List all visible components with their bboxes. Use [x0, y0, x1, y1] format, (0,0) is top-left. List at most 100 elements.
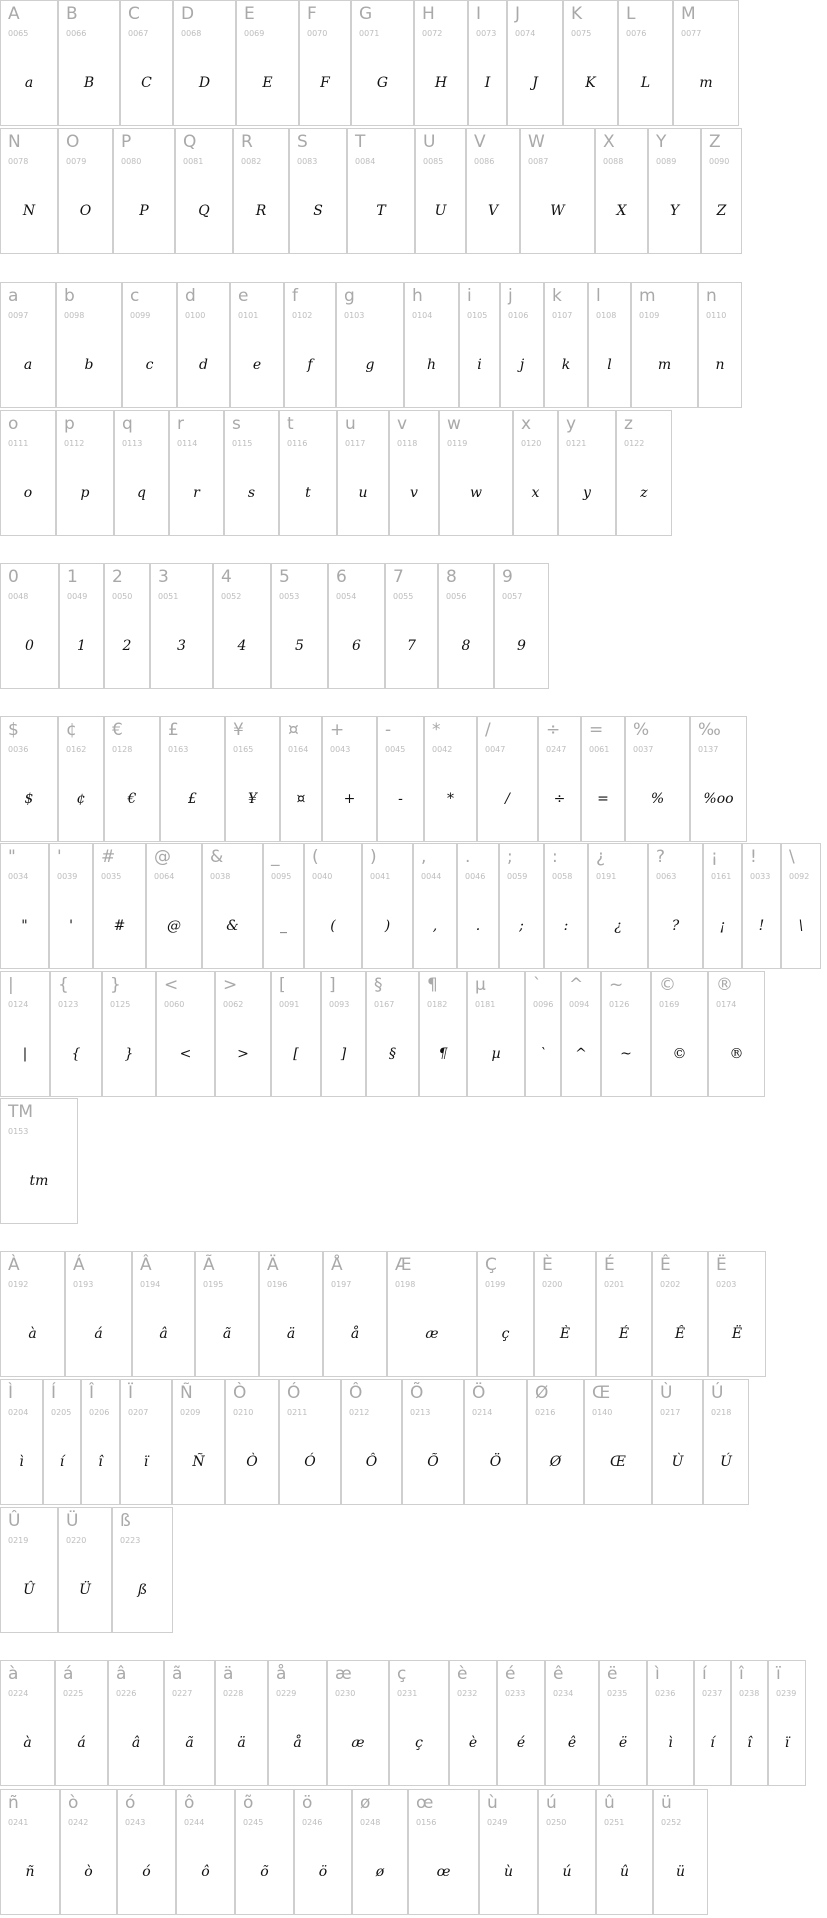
glyph-cell: ¶ 0182 ¶ — [419, 971, 467, 1097]
character-code: 0085 — [423, 157, 444, 166]
glyph-sample: ] — [340, 1046, 347, 1062]
character-code: 0104 — [412, 311, 433, 320]
character-code: 0095 — [271, 872, 292, 881]
character-label: Ò — [233, 1383, 247, 1403]
character-label: å — [276, 1664, 287, 1684]
character-code: 0110 — [706, 311, 727, 320]
glyph-cell: * 0042 * — [424, 716, 477, 842]
character-label: Ñ — [180, 1383, 193, 1403]
glyph-cell: a 0097 a — [0, 282, 56, 408]
character-label: R — [241, 132, 253, 152]
glyph-sample: Ö — [489, 1454, 502, 1470]
character-label: £ — [168, 720, 179, 740]
character-label: F — [307, 4, 317, 24]
glyph-sample: Ë — [731, 1326, 743, 1342]
glyph-cell: U 0085 U — [415, 128, 466, 254]
character-label: ¥ — [233, 720, 244, 740]
character-label: Û — [8, 1511, 21, 1531]
glyph-sample: ¡ — [719, 918, 726, 934]
glyph-cell: M 0077 m — [673, 0, 739, 126]
character-label: q — [122, 414, 133, 434]
glyph-sample: s — [247, 485, 256, 501]
glyph-row: N 0078 N O 0079 O P 0080 P Q 0081 Q R 0082 R S 0083 S T 008… — [0, 128, 742, 256]
character-code: 0217 — [660, 1408, 681, 1417]
glyph-sample: E — [262, 75, 273, 91]
glyph-sample: o — [23, 485, 33, 501]
character-code: 0207 — [128, 1408, 149, 1417]
character-label: D — [181, 4, 195, 24]
character-label: 9 — [502, 567, 513, 587]
character-label: : — [552, 847, 558, 867]
character-label: û — [604, 1793, 615, 1813]
glyph-cell: ¥0165 ¥ — [225, 716, 280, 842]
glyph-sample: g — [365, 357, 375, 373]
character-label: n — [706, 286, 717, 306]
glyph-sample: " — [21, 918, 28, 934]
glyph-sample: @ — [167, 918, 181, 934]
glyph-sample: µ — [491, 1046, 501, 1062]
character-code: 0045 — [385, 745, 406, 754]
character-code: 0037 — [633, 745, 654, 754]
glyph-cell: " 0034 " — [0, 843, 49, 969]
character-code: 0072 — [422, 29, 443, 38]
glyph-cell: b 0098 b — [56, 282, 122, 408]
glyph-cell: 0 0048 0 — [0, 563, 59, 689]
glyph-cell: T 0084 T — [347, 128, 415, 254]
glyph-sample: € — [127, 791, 137, 807]
glyph-sample: § — [389, 1046, 396, 1062]
character-code: 0242 — [68, 1818, 89, 1827]
character-label: ä — [223, 1664, 234, 1684]
glyph-cell: Â 0194 â — [132, 1251, 195, 1377]
glyph-sample: ß — [137, 1582, 148, 1598]
glyph-cell: Z 0090 Z — [701, 128, 742, 254]
glyph-sample: ê — [567, 1735, 577, 1751]
glyph-sample: W — [550, 203, 565, 219]
glyph-cell: I 0073 I — [468, 0, 507, 126]
glyph-cell: ï 0239 ï — [768, 1660, 806, 1786]
character-code: 0040 — [312, 872, 333, 881]
glyph-sample: R — [255, 203, 267, 219]
character-code: 0181 — [475, 1000, 496, 1009]
character-label: ? — [656, 847, 666, 867]
character-label: U — [423, 132, 436, 152]
glyph-sample: * — [447, 791, 454, 807]
character-code: 0123 — [58, 1000, 79, 1009]
glyph-sample: £ — [188, 791, 197, 807]
glyph-cell: u 0117 u — [337, 410, 389, 536]
character-label: Ï — [128, 1383, 134, 1403]
character-code: 0163 — [168, 745, 189, 754]
glyph-cell: ú 0250 ú — [538, 1789, 596, 1915]
character-code: 0210 — [233, 1408, 254, 1417]
glyph-cell: © 0169 © — [651, 971, 708, 1097]
glyph-sample: í — [59, 1454, 65, 1470]
character-code: 0164 — [288, 745, 309, 754]
glyph-cell: N 0078 N — [0, 128, 58, 254]
character-code: 0090 — [709, 157, 730, 166]
character-code: 0201 — [604, 1280, 625, 1289]
glyph-cell: ) 0041) — [362, 843, 413, 969]
character-code: 0106 — [508, 311, 529, 320]
character-label: ù — [487, 1793, 498, 1813]
glyph-sample: Ü — [79, 1582, 91, 1598]
character-label: | — [8, 975, 14, 995]
character-code: 0060 — [164, 1000, 185, 1009]
glyph-cell: Ê 0202 Ê — [652, 1251, 708, 1377]
character-label: { — [58, 975, 69, 995]
character-code: 0249 — [487, 1818, 508, 1827]
glyph-sample: ¶ — [438, 1046, 448, 1062]
character-label: î — [739, 1664, 744, 1684]
glyph-cell: é 0233 é — [497, 1660, 545, 1786]
glyph-sample: ¿ — [614, 918, 622, 934]
glyph-sample: ó — [142, 1864, 151, 1880]
glyph-cell: ã 0227 ã — [164, 1660, 215, 1786]
glyph-sample: q — [137, 485, 146, 501]
character-label: l — [596, 286, 601, 306]
character-code: 0124 — [8, 1000, 29, 1009]
glyph-cell: ì 0236 ì — [647, 1660, 694, 1786]
character-code: 0070 — [307, 29, 328, 38]
character-label: c — [130, 286, 140, 306]
character-code: 0200 — [542, 1280, 563, 1289]
character-code: 0098 — [64, 311, 85, 320]
character-code: 0156 — [416, 1818, 437, 1827]
character-label: + — [330, 720, 345, 740]
